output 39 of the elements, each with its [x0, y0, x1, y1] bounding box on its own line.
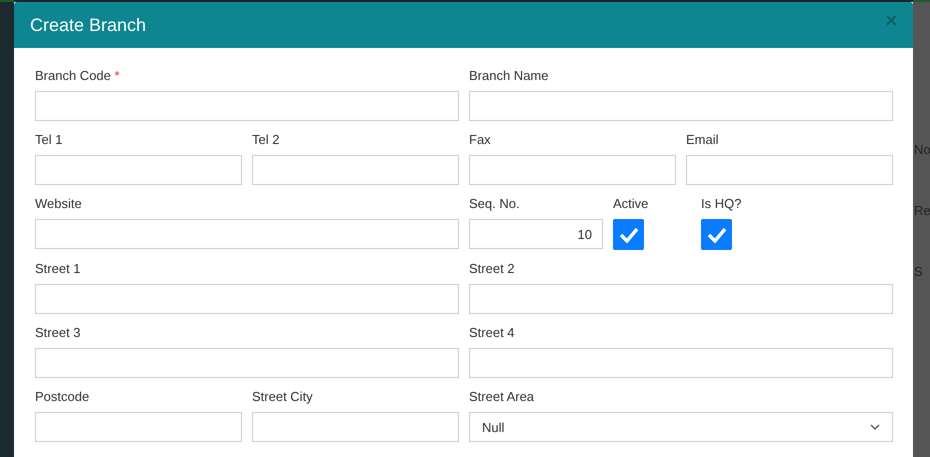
input-field[interactable] [35, 91, 459, 121]
checkbox[interactable] [701, 219, 732, 250]
input-field[interactable] [35, 219, 459, 249]
input-field[interactable] [469, 91, 893, 121]
input-field[interactable] [469, 155, 676, 185]
check-icon [618, 226, 638, 242]
checkbox[interactable] [613, 219, 644, 250]
field-label: Tel 2 [252, 132, 280, 148]
input-field[interactable] [252, 155, 459, 185]
checkbox-label: Is HQ? [701, 196, 742, 212]
input-field[interactable] [35, 412, 242, 442]
field-label: Street Area [469, 389, 536, 405]
field-label: Street 2 [469, 261, 516, 277]
input-field[interactable] [686, 155, 893, 185]
select-field[interactable]: Null [469, 412, 893, 442]
seq-number-field[interactable]: 10 [469, 219, 603, 249]
field-label: Street 3 [35, 325, 82, 341]
field-label: Branch Name [469, 68, 550, 84]
input-field[interactable] [252, 412, 459, 442]
check-icon [706, 226, 726, 242]
input-field[interactable] [35, 155, 242, 185]
field-label: Postcode [35, 389, 90, 405]
field-label: Branch Code * [35, 68, 121, 84]
field-label: Tel 1 [35, 132, 64, 148]
input-field[interactable] [35, 284, 459, 314]
field-label: Seq. No. [469, 196, 521, 212]
field-label: Street 4 [469, 325, 516, 341]
field-label: Street 1 [35, 261, 82, 277]
input-field[interactable] [469, 284, 893, 314]
field-label: Email [686, 132, 720, 148]
field-label: Website [35, 196, 83, 212]
dialog-title: Create Branch [30, 14, 146, 36]
required-mark: * [114, 68, 120, 83]
input-field[interactable] [35, 348, 459, 378]
input-field[interactable] [469, 348, 893, 378]
field-label: Street City [252, 389, 314, 405]
checkbox-label: Active [613, 196, 650, 212]
field-label: Fax [469, 132, 492, 148]
chevron-down-icon [870, 424, 880, 430]
